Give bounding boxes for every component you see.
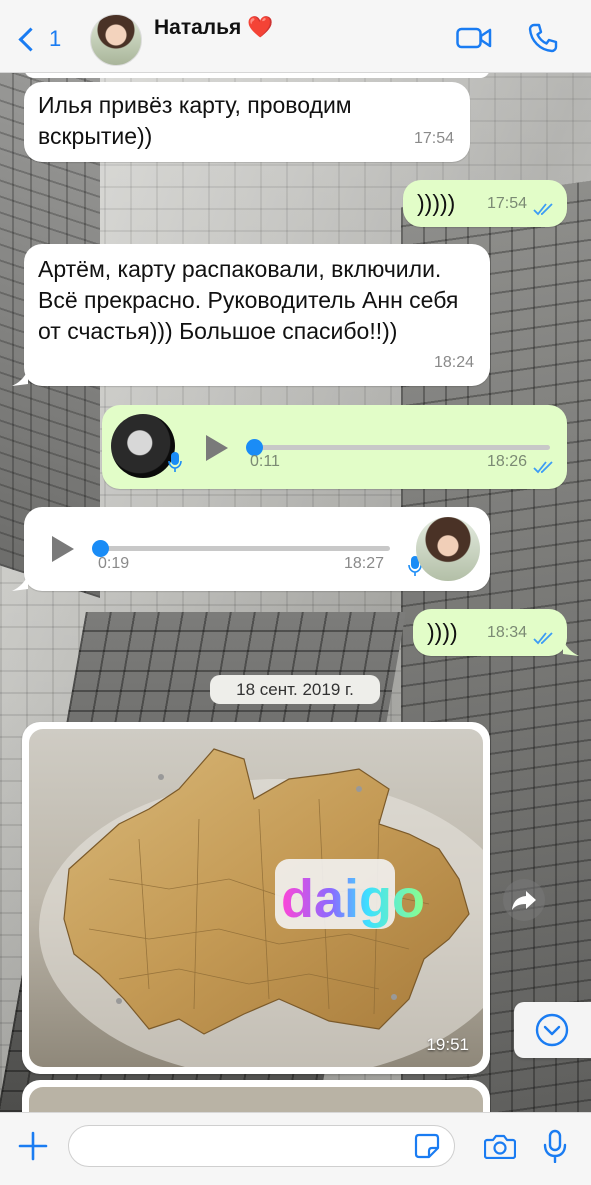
voice-message-outgoing[interactable]: 0:11 18:26	[102, 405, 567, 489]
bubble-tail	[12, 370, 28, 386]
logo-text: daigo	[281, 869, 425, 929]
forward-button[interactable]	[503, 879, 545, 921]
message-composer	[0, 1112, 591, 1185]
message-outgoing[interactable]: )))) 18:34	[413, 609, 567, 656]
photo-message[interactable]: daigo 19:51	[22, 722, 490, 1074]
bubble-tail	[12, 575, 28, 591]
message-text: Илья привёз карту, проводим вскрытие))	[38, 92, 352, 149]
date-separator: 18 сент. 2019 г.	[210, 675, 380, 704]
message-text: )))))	[417, 190, 456, 216]
scroll-to-bottom-button[interactable]	[514, 1002, 591, 1058]
mic-icon	[168, 452, 182, 472]
forward-icon	[512, 891, 536, 910]
video-call-button[interactable]	[456, 26, 492, 50]
message-text: ))))	[427, 619, 458, 645]
chevron-left-icon	[18, 26, 43, 52]
message-outgoing[interactable]: ))))) 17:54	[403, 180, 567, 227]
contact-avatar[interactable]	[90, 14, 142, 66]
read-ticks-icon	[533, 461, 553, 474]
message-time: 18:26	[486, 453, 527, 470]
play-button[interactable]	[52, 536, 74, 562]
message-time: 18:27	[344, 555, 385, 572]
photo-image[interactable]: daigo 19:51	[29, 729, 483, 1067]
message-time: 19:51	[426, 1035, 469, 1054]
sender-avatar	[111, 414, 175, 478]
message-time: 17:54	[413, 130, 454, 147]
back-button[interactable]: 1	[14, 22, 61, 56]
voice-call-button[interactable]	[527, 22, 559, 54]
message-time: 18:24	[433, 354, 474, 371]
message-text: Артём, карту распаковали, включили. Всё …	[38, 256, 459, 344]
plus-icon[interactable]	[18, 1131, 48, 1161]
voice-duration: 0:11	[250, 453, 280, 470]
chat-header: 1 Наталья ❤️	[0, 0, 591, 73]
play-button[interactable]	[206, 435, 228, 461]
contact-name-text: Наталья	[154, 16, 242, 39]
voice-message-incoming[interactable]: 0:19 18:27	[24, 507, 490, 591]
bubble-tail	[563, 640, 579, 656]
message-incoming[interactable]: Артём, карту распаковали, включили. Всё …	[24, 244, 490, 386]
camera-icon[interactable]	[484, 1133, 516, 1159]
message-time: 17:54	[486, 195, 527, 212]
russia-map-image: daigo	[39, 748, 483, 1067]
mic-icon[interactable]	[543, 1129, 567, 1163]
message-time: 18:34	[486, 624, 527, 641]
message-incoming[interactable]: Илья привёз карту, проводим вскрытие)) 1…	[24, 82, 470, 162]
message-input[interactable]	[68, 1125, 455, 1167]
contact-name[interactable]: Наталья ❤️	[154, 16, 273, 40]
unread-count: 1	[49, 26, 62, 51]
heart-emoji: ❤️	[247, 16, 274, 39]
sender-avatar	[416, 517, 480, 581]
voice-duration: 0:19	[98, 555, 130, 572]
sticker-icon[interactable]	[414, 1133, 440, 1159]
read-ticks-icon	[533, 632, 553, 645]
read-ticks-icon	[533, 203, 553, 216]
chevron-down-icon	[535, 1013, 569, 1047]
